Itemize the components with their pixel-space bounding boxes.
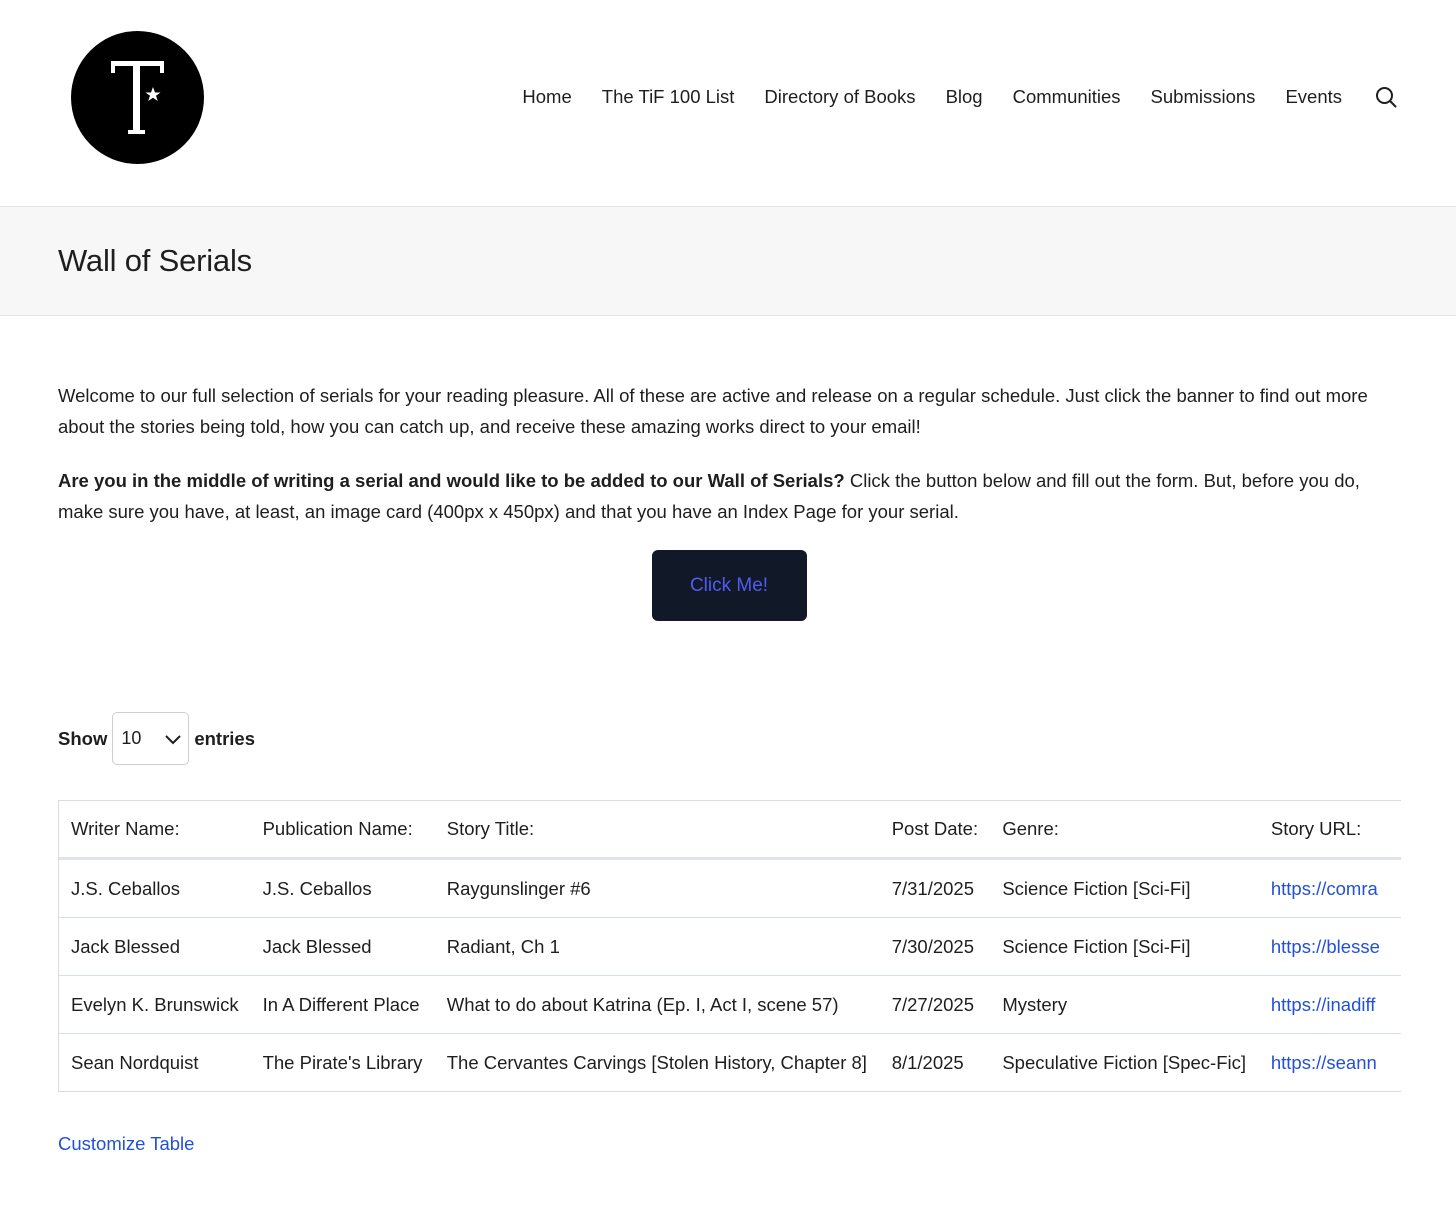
cell-story-url-link[interactable]: https://comra — [1258, 858, 1401, 918]
nav-tif-100-list[interactable]: The TiF 100 List — [602, 86, 735, 108]
click-me-button[interactable]: Click Me! — [651, 550, 807, 621]
cell-publication-name: In A Different Place — [250, 975, 435, 1034]
search-icon[interactable] — [1374, 85, 1398, 109]
cell-story-title: Raygunslinger #6 — [434, 858, 880, 918]
header-writer-name[interactable]: Writer Name: — [59, 801, 251, 860]
main-content: Welcome to our full selection of serials… — [0, 380, 1456, 1155]
cell-writer-name: Jack Blessed — [59, 917, 251, 976]
cell-publication-name: The Pirate's Library — [262, 1051, 423, 1073]
submission-question: Are you in the middle of writing a seria… — [58, 470, 845, 491]
cell-post-date: 7/30/2025 — [879, 917, 991, 976]
nav-communities[interactable]: Communities — [1013, 86, 1121, 108]
table-length-control: Show 10 entries — [58, 712, 1400, 765]
cell-story-title: The Cervantes Carvings [Stolen History, … — [446, 1051, 867, 1073]
cell-story-url-link[interactable]: https://blesse — [1258, 917, 1401, 976]
cell-publication-name: Jack Blessed — [250, 917, 435, 976]
cell-story-title: Radiant, Ch 1 — [434, 917, 880, 976]
table-row: Evelyn K. Brunswick In A Different Place… — [59, 975, 1401, 1034]
cell-genre: Speculative Fiction [Spec-Fic] — [1002, 1051, 1247, 1073]
cell-story-url-link[interactable]: https://inadiff — [1258, 975, 1401, 1034]
cell-genre: Science Fiction [Sci-Fi] — [990, 858, 1259, 918]
intro-paragraph: Welcome to our full selection of serials… — [58, 385, 1368, 437]
customize-table-link[interactable]: Customize Table — [58, 1133, 194, 1155]
logo-mark-icon — [111, 61, 164, 134]
cell-writer-name: Sean Nordquist — [71, 1051, 199, 1073]
main-nav: Home The TiF 100 List Directory of Books… — [492, 74, 1398, 120]
nav-events[interactable]: Events — [1285, 86, 1342, 108]
cell-publication-name: J.S. Ceballos — [250, 858, 435, 918]
entries-label: entries — [194, 727, 256, 749]
cell-story-url-link[interactable]: https://seann — [1259, 1034, 1401, 1092]
cell-writer-name: Evelyn K. Brunswick — [59, 975, 251, 1034]
cell-post-date: 7/27/2025 — [879, 975, 991, 1034]
table-row: J.S. Ceballos J.S. Ceballos Raygunslinge… — [59, 858, 1401, 918]
header-publication-name[interactable]: Publication Name: — [250, 801, 435, 860]
cell-genre: Mystery — [990, 975, 1259, 1034]
site-logo[interactable] — [71, 31, 204, 164]
cta-container: Click Me! — [58, 550, 1400, 621]
cell-story-title: What to do about Katrina (Ep. I, Act I, … — [434, 975, 880, 1034]
header-genre[interactable]: Genre: — [990, 801, 1259, 860]
header-story-url[interactable]: Story URL: — [1258, 801, 1401, 860]
table-row: Jack Blessed Jack Blessed Radiant, Ch 1 … — [59, 917, 1401, 976]
serials-table-container[interactable]: Writer Name: Publication Name: Story Tit… — [58, 800, 1401, 1092]
table-row: Sean Nordquist The Pirate's Library The … — [59, 1034, 1401, 1092]
nav-submissions[interactable]: Submissions — [1151, 86, 1256, 108]
site-header: Home The TiF 100 List Directory of Books… — [0, 0, 1456, 207]
page-length-select[interactable]: 10 — [112, 712, 190, 765]
cell-writer-name: J.S. Ceballos — [59, 858, 251, 918]
cell-genre: Science Fiction [Sci-Fi] — [990, 917, 1259, 976]
nav-blog[interactable]: Blog — [946, 86, 983, 108]
page-length-value: 10 — [121, 728, 142, 748]
show-label: Show — [58, 727, 108, 749]
nav-home[interactable]: Home — [522, 86, 571, 108]
serials-table: Writer Name: Publication Name: Story Tit… — [59, 801, 1401, 1091]
submission-paragraph: Are you in the middle of writing a seria… — [58, 465, 1400, 527]
header-post-date[interactable]: Post Date: — [879, 801, 991, 860]
table-header-row: Writer Name: Publication Name: Story Tit… — [59, 801, 1401, 860]
page-title: Wall of Serials — [58, 243, 252, 278]
cell-post-date: 7/31/2025 — [879, 858, 991, 918]
chevron-down-icon — [165, 734, 182, 744]
title-band: Wall of Serials — [0, 207, 1456, 316]
nav-directory-of-books[interactable]: Directory of Books — [764, 86, 915, 108]
header-story-title[interactable]: Story Title: — [434, 801, 880, 860]
cell-post-date: 8/1/2025 — [891, 1051, 964, 1073]
